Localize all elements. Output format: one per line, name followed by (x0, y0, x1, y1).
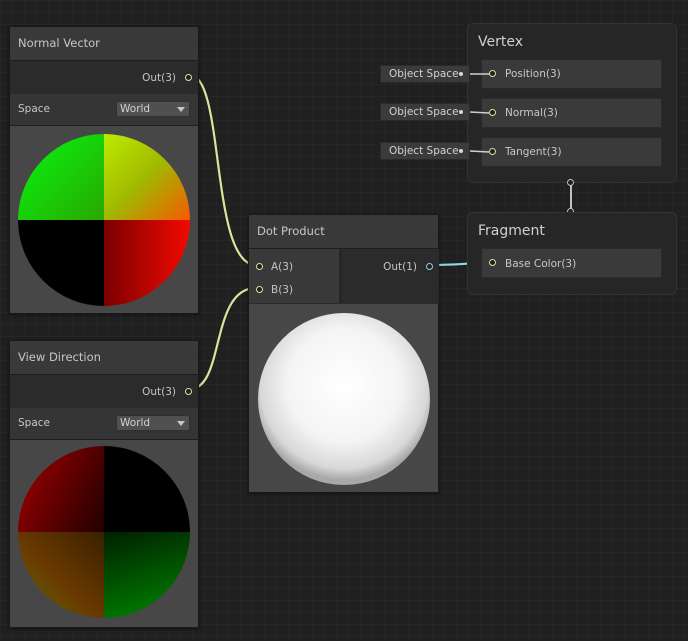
chevron-down-icon (177, 107, 185, 112)
block-label: Tangent(3) (505, 146, 562, 158)
input-port[interactable] (489, 109, 496, 116)
input-port-a[interactable] (256, 263, 263, 270)
normal-default-value[interactable]: Object Space (380, 103, 470, 121)
output-port-label: Out(3) (142, 386, 176, 398)
output-ports: Out(1) (340, 249, 439, 303)
space-dropdown[interactable]: World (116, 415, 190, 431)
connector-dot (459, 149, 463, 153)
input-ports: A(3) B(3) (249, 249, 339, 303)
connector-dot (459, 72, 463, 76)
position-default-value[interactable]: Object Space (380, 65, 470, 83)
view-direction-preview-sphere (18, 446, 190, 618)
fragment-block-base-color[interactable]: Base Color(3) (481, 248, 662, 278)
node-preview (10, 440, 198, 627)
vertex-block-tangent[interactable]: Tangent(3) (481, 137, 662, 167)
node-title[interactable]: View Direction (10, 341, 198, 375)
input-port-b[interactable] (256, 286, 263, 293)
default-value-label: Object Space (389, 106, 459, 118)
context-title: Fragment (478, 223, 545, 239)
default-value-label: Object Space (389, 68, 459, 80)
output-port-row: Out(1) (341, 256, 439, 278)
output-port[interactable] (185, 388, 192, 395)
normal-vector-node[interactable]: Normal Vector Out(3) Space World (9, 26, 199, 314)
chevron-down-icon (177, 421, 185, 426)
output-port[interactable] (426, 263, 433, 270)
input-port-row-a: A(3) (249, 256, 339, 278)
space-control: Space World (10, 408, 198, 440)
node-title[interactable]: Dot Product (249, 215, 438, 249)
input-port-row-b: B(3) (249, 279, 339, 301)
flow-connector (570, 185, 572, 209)
view-direction-node[interactable]: View Direction Out(3) Space World (9, 340, 199, 628)
input-port-a-label: A(3) (271, 261, 294, 273)
node-preview (10, 126, 198, 313)
node-title[interactable]: Normal Vector (10, 27, 198, 61)
default-value-label: Object Space (389, 145, 459, 157)
block-label: Normal(3) (505, 107, 558, 119)
space-dropdown-value: World (120, 103, 151, 115)
input-port[interactable] (489, 70, 496, 77)
output-port[interactable] (185, 74, 192, 81)
dot-product-node[interactable]: Dot Product A(3) B(3) Out(1) (248, 214, 439, 493)
space-dropdown[interactable]: World (116, 101, 190, 117)
output-port-row: Out(3) (10, 375, 198, 408)
output-port-row: Out(3) (10, 61, 198, 94)
space-control: Space World (10, 94, 198, 126)
dot-product-preview-sphere (258, 313, 430, 485)
input-port[interactable] (489, 148, 496, 155)
input-port-b-label: B(3) (271, 284, 294, 296)
input-port[interactable] (489, 259, 496, 266)
output-port-label: Out(1) (383, 261, 417, 273)
space-label: Space (18, 103, 50, 115)
context-title: Vertex (478, 34, 524, 50)
space-label: Space (18, 417, 50, 429)
block-label: Position(3) (505, 68, 561, 80)
tangent-default-value[interactable]: Object Space (380, 142, 470, 160)
block-label: Base Color(3) (505, 258, 577, 270)
space-dropdown-value: World (120, 417, 151, 429)
output-port-label: Out(3) (142, 72, 176, 84)
normal-vector-preview-sphere (18, 134, 190, 306)
connector-dot (459, 110, 463, 114)
node-preview (249, 304, 438, 492)
vertex-block-position[interactable]: Position(3) (481, 59, 662, 89)
vertex-block-normal[interactable]: Normal(3) (481, 98, 662, 128)
